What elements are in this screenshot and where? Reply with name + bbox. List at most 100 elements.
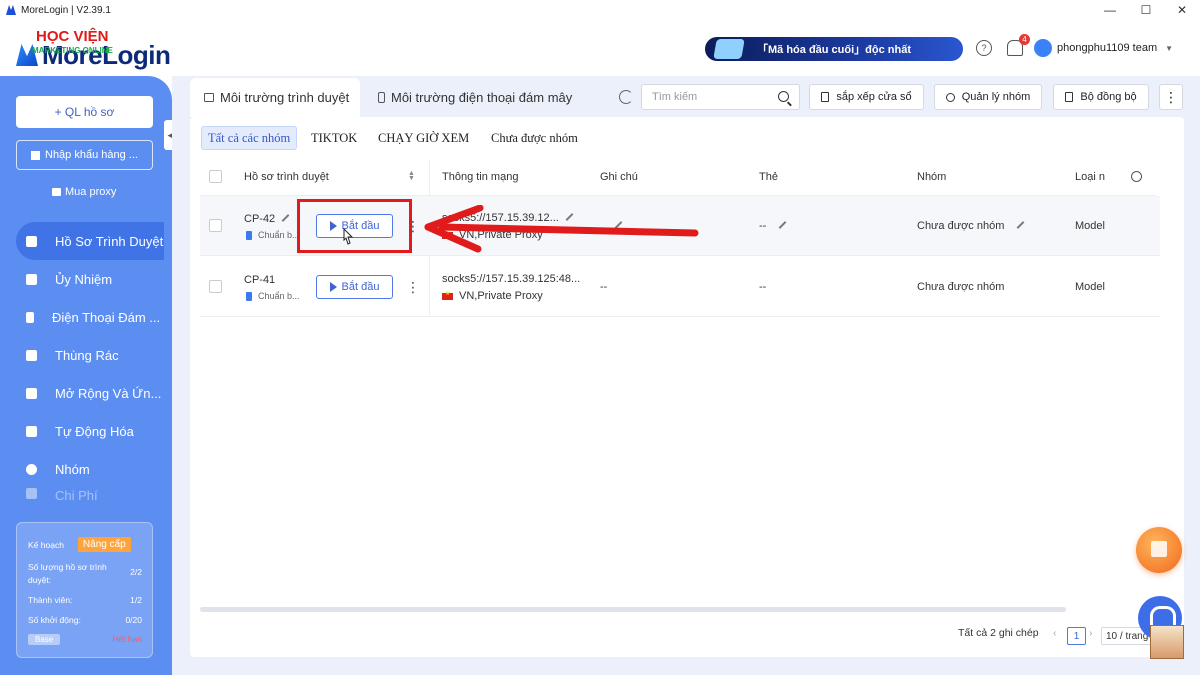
column-header-group: Nhóm — [917, 171, 947, 183]
row-more-icon[interactable]: ⋮ — [406, 280, 420, 294]
watermark-subtitle: MARKETING ONLINE — [32, 46, 113, 55]
device-icon — [246, 291, 252, 301]
refresh-icon[interactable] — [619, 90, 633, 104]
cart-icon — [52, 188, 61, 196]
play-icon — [329, 282, 337, 292]
profile-name[interactable]: CP-42 — [244, 213, 290, 225]
launches-value: 0/20 — [125, 615, 142, 625]
column-header-profile[interactable]: Hồ sơ trình duyệt — [244, 171, 329, 183]
phone-icon — [378, 92, 385, 103]
group-value: Chưa được nhóm — [917, 220, 1005, 232]
profiles-value: 2/2 — [130, 567, 142, 577]
sidebar-item-cost[interactable]: Chi Phí — [16, 488, 164, 506]
logo: MoreLogin HỌC VIỆN MARKETING ONLINE — [14, 28, 184, 76]
edit-icon[interactable] — [1016, 221, 1025, 229]
filter-all-groups[interactable]: Tất cả các nhóm — [201, 126, 298, 150]
vietnam-flag-icon — [442, 290, 453, 300]
promo-text: 「Mã hóa đầu cuối」độc nhất — [757, 44, 912, 56]
column-header-network: Thông tin mạng — [442, 171, 519, 183]
row-checkbox[interactable] — [209, 280, 222, 293]
row-checkbox[interactable] — [209, 219, 222, 232]
page-1-button[interactable]: 1 — [1067, 627, 1086, 645]
filter-tiktok[interactable]: TIKTOK — [305, 126, 363, 150]
plan-status: Hết hạn — [112, 634, 142, 644]
profile-status-text: Chuẩn b... — [258, 230, 300, 240]
select-all-checkbox[interactable] — [209, 170, 222, 183]
search-placeholder: Tìm kiếm — [652, 91, 698, 103]
window-title: MoreLogin | V2.39.1 — [21, 4, 111, 16]
import-button[interactable]: Nhập khẩu hàng ... — [16, 140, 153, 170]
profile-name-text: CP-41 — [244, 274, 276, 286]
promo-banner[interactable]: 「Mã hóa đầu cuối」độc nhất — [705, 37, 963, 61]
column-settings-gear-icon[interactable] — [1131, 171, 1142, 182]
mouse-cursor-icon — [343, 228, 354, 245]
profile-name-text: CP-42 — [244, 213, 276, 225]
gift-icon[interactable] — [1136, 527, 1182, 573]
proxy-icon — [26, 273, 37, 285]
filter-ungrouped[interactable]: Chưa được nhóm — [485, 126, 584, 150]
type-cell: Model — [1075, 220, 1105, 232]
next-page-icon[interactable]: › — [1089, 627, 1093, 639]
buy-proxy-link[interactable]: Mua proxy — [52, 186, 116, 198]
profiles-label: Số lượng hồ sơ trình duyệt: — [28, 562, 107, 585]
start-button[interactable]: Bắt đầu — [316, 275, 393, 299]
arrange-windows-button[interactable]: sắp xếp cửa sổ — [809, 84, 924, 110]
network-info: socks5://157.15.39.125:48... — [442, 273, 581, 285]
sidebar-item-extensions[interactable]: Mở Rộng Và Ứn... — [16, 374, 164, 412]
profile-name[interactable]: CP-41 — [244, 274, 275, 286]
sync-button[interactable]: Bộ đồng bộ — [1053, 84, 1149, 110]
sidebar-item-groups[interactable]: Nhóm — [16, 450, 164, 488]
horizontal-scrollbar[interactable] — [200, 607, 1066, 612]
extension-icon — [26, 387, 37, 399]
search-input[interactable]: Tìm kiếm — [641, 84, 800, 110]
import-label: Nhập khẩu hàng ... — [45, 149, 138, 161]
launches-label: Số khởi động: — [28, 615, 81, 625]
group-manage-button[interactable]: Quản lý nhóm — [934, 84, 1042, 110]
tab-label: Môi trường điện thoại đám mây — [391, 90, 573, 105]
filter-run-watch-hours[interactable]: CHẠY GIỜ XEM — [372, 126, 475, 150]
book-sticker-icon — [1150, 625, 1184, 659]
group-icon — [26, 463, 37, 475]
members-value: 1/2 — [130, 595, 142, 605]
sort-icon[interactable]: ▲ ▼ — [408, 170, 415, 182]
sidebar-item-automation[interactable]: Tự Động Hóa — [16, 412, 164, 450]
help-icon[interactable]: ? — [976, 40, 992, 56]
user-menu[interactable]: phongphu1109 team ▼ — [1034, 39, 1173, 57]
sidebar-item-label: Hồ Sơ Trình Duyệt — [55, 233, 164, 249]
close-button[interactable]: ✕ — [1164, 0, 1200, 20]
arrange-label: sắp xếp cửa sổ — [836, 91, 912, 103]
type-cell: Model — [1075, 281, 1105, 293]
tab-browser-env[interactable]: Môi trường trình duyệt — [190, 78, 360, 117]
edit-icon[interactable] — [281, 214, 290, 222]
sidebar-item-proxy[interactable]: Ủy Nhiệm — [16, 260, 164, 298]
members-label: Thành viên: — [28, 595, 73, 605]
new-profile-button[interactable]: + QL hồ sơ — [16, 96, 153, 128]
notification-badge: 4 — [1019, 34, 1030, 45]
profile-status: Chuẩn b... — [246, 291, 300, 301]
sidebar-item-label: Mở Rộng Và Ứn... — [55, 385, 162, 401]
sidebar-item-label: Ủy Nhiệm — [55, 271, 113, 287]
profile-status-text: Chuẩn b... — [258, 291, 300, 301]
maximize-button[interactable]: ☐ — [1128, 0, 1164, 20]
app-logo-icon — [6, 5, 16, 15]
prev-page-icon[interactable]: ‹ — [1053, 627, 1057, 639]
plan-label: Kế hoạch — [28, 539, 64, 550]
proxy-info: VN,Private Proxy — [442, 290, 543, 302]
upgrade-button[interactable]: Nâng cấp — [77, 537, 131, 552]
start-label: Bắt đầu — [341, 281, 380, 293]
edit-icon[interactable] — [778, 221, 787, 229]
sidebar-item-browser-profiles[interactable]: Hồ Sơ Trình Duyệt — [16, 222, 164, 260]
more-button[interactable]: ⋮ — [1159, 84, 1183, 110]
tab-cloud-phone-env[interactable]: Môi trường điện thoại đám mây — [364, 78, 582, 117]
profile-status: Chuẩn b... — [246, 230, 300, 240]
minimize-button[interactable]: — — [1092, 0, 1128, 20]
note-cell: -- — [600, 281, 608, 293]
buy-proxy-label: Mua proxy — [65, 186, 117, 198]
sidebar-item-cloud-phone[interactable]: Điện Thoại Đám ... — [16, 298, 164, 336]
group-cell: Chưa được nhóm — [917, 220, 1025, 232]
layers-icon — [945, 92, 955, 102]
automation-icon — [26, 425, 37, 437]
tag-cell: -- — [759, 220, 787, 232]
sidebar-item-trash[interactable]: Thùng Rác — [16, 336, 164, 374]
window-controls: — ☐ ✕ — [1092, 0, 1200, 20]
